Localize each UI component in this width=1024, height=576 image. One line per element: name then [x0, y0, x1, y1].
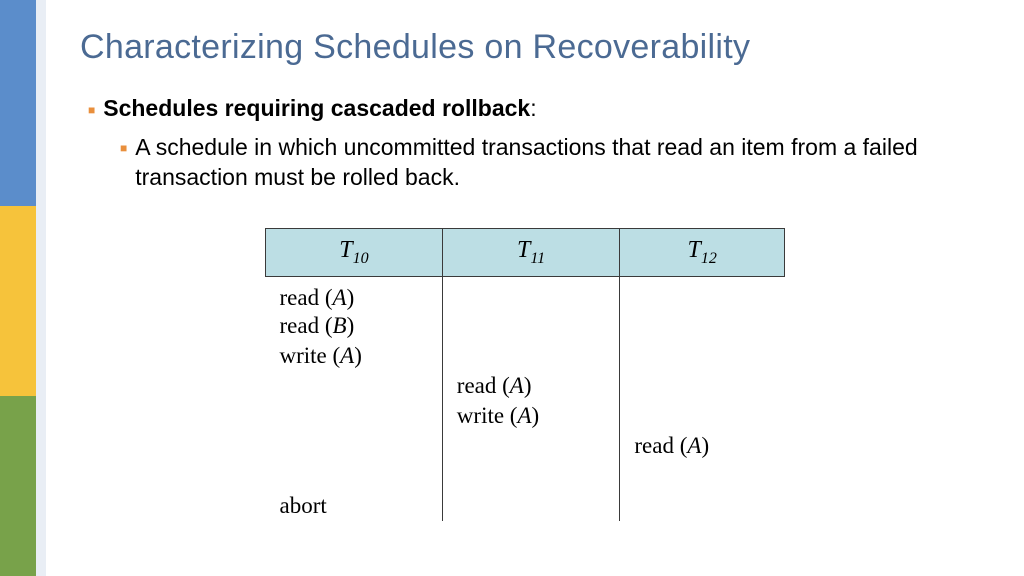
bullet-level-2: ■ A schedule in which uncommitted transa…	[80, 133, 960, 193]
table-body: read (A) read (B) write (A) read (A) wri…	[266, 276, 785, 521]
bullet-level-1: ■ Schedules requiring cascaded rollback:	[80, 95, 960, 125]
col-t12: T12	[620, 228, 785, 276]
table-row: read (A)	[266, 371, 785, 401]
col-t10: T10	[266, 228, 443, 276]
table-row: write (A)	[266, 341, 785, 371]
bullet-1-bold: Schedules requiring cascaded rollback	[103, 95, 530, 121]
bullet-1-text: Schedules requiring cascaded rollback:	[103, 95, 536, 125]
schedule-table-wrap: T10 T11 T12 read (A) read (B) write (A) …	[265, 228, 785, 521]
sidebar-green	[0, 396, 36, 576]
table-row: abort	[266, 491, 785, 521]
schedule-table: T10 T11 T12 read (A) read (B) write (A) …	[265, 228, 785, 521]
sidebar-accent	[36, 0, 46, 576]
color-sidebar	[0, 0, 46, 576]
table-row: write (A)	[266, 401, 785, 431]
table-row: read (A)	[266, 431, 785, 461]
col-t11: T11	[442, 228, 620, 276]
bullet-2-text: A schedule in which uncommitted transact…	[135, 133, 960, 193]
bullet-icon: ■	[88, 95, 95, 125]
table-row: read (A)	[266, 276, 785, 311]
sidebar-yellow	[0, 206, 36, 396]
table-row: read (B)	[266, 311, 785, 341]
sidebar-blue	[0, 0, 36, 206]
bullet-icon: ■	[120, 133, 127, 193]
slide-title: Characterizing Schedules on Recoverabili…	[80, 28, 960, 67]
slide-body: Characterizing Schedules on Recoverabili…	[80, 28, 960, 521]
table-row	[266, 461, 785, 491]
table-header-row: T10 T11 T12	[266, 228, 785, 276]
